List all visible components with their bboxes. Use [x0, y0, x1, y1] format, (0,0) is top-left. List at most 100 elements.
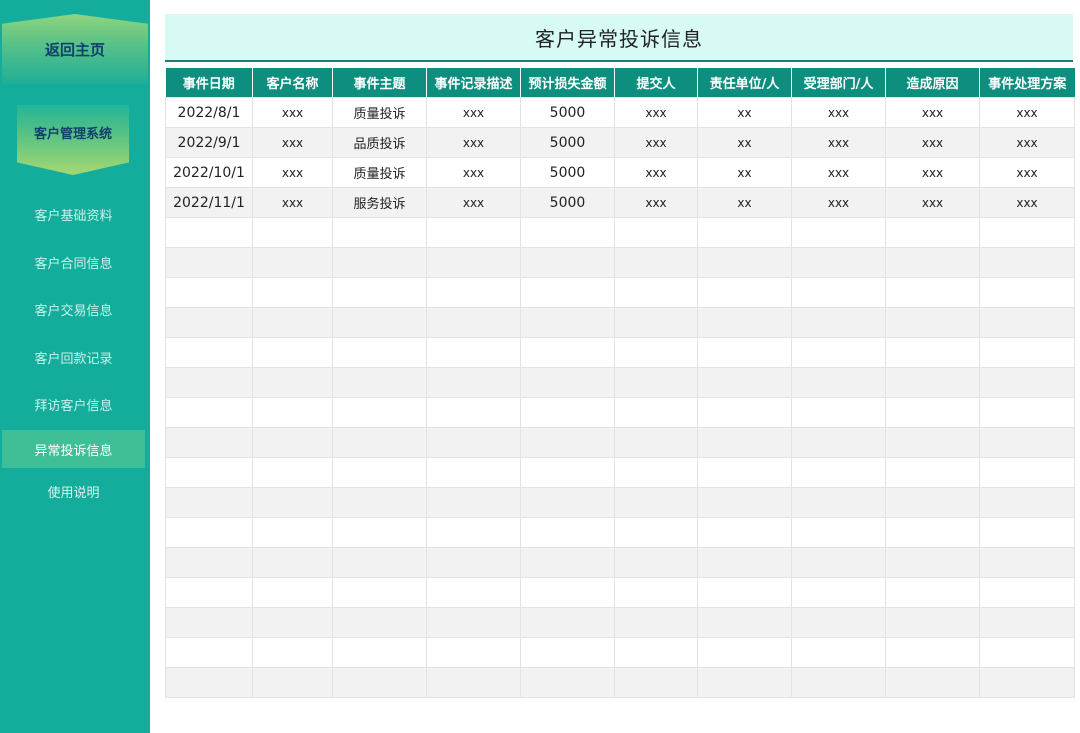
table-cell-empty[interactable]	[885, 247, 980, 278]
table-cell-empty[interactable]	[614, 337, 698, 368]
table-cell-empty[interactable]	[426, 577, 521, 608]
table-cell-empty[interactable]	[885, 307, 980, 338]
table-cell-empty[interactable]	[979, 637, 1075, 668]
table-cell-empty[interactable]	[697, 667, 792, 698]
table-cell-empty[interactable]	[791, 457, 886, 488]
table-cell-empty[interactable]	[885, 337, 980, 368]
table-cell-empty[interactable]	[885, 427, 980, 458]
table-cell-empty[interactable]	[614, 427, 698, 458]
table-cell-empty[interactable]	[697, 367, 792, 398]
table-cell-empty[interactable]	[791, 547, 886, 578]
table-cell-empty[interactable]	[697, 577, 792, 608]
table-cell-empty[interactable]	[332, 427, 427, 458]
table-cell-empty[interactable]	[426, 307, 521, 338]
table-cell-empty[interactable]	[979, 397, 1075, 428]
table-cell[interactable]: 5000	[520, 157, 615, 188]
table-cell-empty[interactable]	[252, 277, 333, 308]
table-cell[interactable]: xxx	[614, 187, 698, 218]
table-cell-empty[interactable]	[979, 667, 1075, 698]
table-cell-empty[interactable]	[252, 487, 333, 518]
table-cell-empty[interactable]	[426, 397, 521, 428]
table-cell[interactable]: 质量投诉	[332, 157, 427, 188]
table-cell[interactable]: xxx	[252, 157, 333, 188]
table-cell-empty[interactable]	[332, 337, 427, 368]
table-cell-empty[interactable]	[252, 337, 333, 368]
table-cell-empty[interactable]	[697, 337, 792, 368]
table-cell[interactable]: xxx	[614, 97, 698, 128]
column-header[interactable]: 事件记录描述	[426, 68, 521, 98]
table-cell[interactable]: xx	[697, 187, 792, 218]
table-cell-empty[interactable]	[697, 457, 792, 488]
table-cell-empty[interactable]	[252, 547, 333, 578]
table-cell-empty[interactable]	[885, 547, 980, 578]
table-cell-empty[interactable]	[697, 397, 792, 428]
table-cell-empty[interactable]	[979, 427, 1075, 458]
table-cell-empty[interactable]	[614, 457, 698, 488]
table-cell-empty[interactable]	[252, 457, 333, 488]
sidebar-item-customer-contract[interactable]: 客户合同信息	[2, 243, 145, 281]
table-cell-empty[interactable]	[165, 307, 253, 338]
table-cell-empty[interactable]	[332, 547, 427, 578]
table-cell[interactable]: xxx	[426, 97, 521, 128]
table-cell-empty[interactable]	[791, 247, 886, 278]
table-cell-empty[interactable]	[252, 427, 333, 458]
table-cell-empty[interactable]	[520, 247, 615, 278]
table-cell-empty[interactable]	[979, 547, 1075, 578]
table-cell-empty[interactable]	[165, 637, 253, 668]
table-cell-empty[interactable]	[614, 577, 698, 608]
table-cell-empty[interactable]	[426, 637, 521, 668]
table-cell-empty[interactable]	[791, 577, 886, 608]
table-cell-empty[interactable]	[979, 577, 1075, 608]
table-cell[interactable]: xxx	[979, 127, 1075, 158]
table-cell-empty[interactable]	[697, 217, 792, 248]
table-cell-empty[interactable]	[791, 277, 886, 308]
table-cell[interactable]: 5000	[520, 127, 615, 158]
table-cell-empty[interactable]	[520, 397, 615, 428]
table-cell-empty[interactable]	[885, 277, 980, 308]
table-cell-empty[interactable]	[426, 277, 521, 308]
table-cell-empty[interactable]	[332, 517, 427, 548]
table-cell[interactable]: 品质投诉	[332, 127, 427, 158]
table-cell-empty[interactable]	[885, 637, 980, 668]
sidebar-item-customer-transaction[interactable]: 客户交易信息	[2, 290, 145, 328]
table-cell-empty[interactable]	[791, 337, 886, 368]
table-cell-empty[interactable]	[332, 577, 427, 608]
table-cell[interactable]: 2022/11/1	[165, 187, 253, 218]
table-cell-empty[interactable]	[614, 517, 698, 548]
table-cell-empty[interactable]	[165, 247, 253, 278]
table-cell[interactable]: 2022/8/1	[165, 97, 253, 128]
table-cell-empty[interactable]	[885, 397, 980, 428]
table-cell-empty[interactable]	[520, 277, 615, 308]
table-cell-empty[interactable]	[979, 307, 1075, 338]
table-cell[interactable]: xxx	[791, 127, 886, 158]
table-cell-empty[interactable]	[252, 517, 333, 548]
table-cell[interactable]: xxx	[885, 187, 980, 218]
table-cell-empty[interactable]	[791, 517, 886, 548]
column-header[interactable]: 客户名称	[252, 68, 333, 98]
table-cell[interactable]: xxx	[979, 157, 1075, 188]
table-cell-empty[interactable]	[426, 607, 521, 638]
table-cell-empty[interactable]	[979, 457, 1075, 488]
table-cell-empty[interactable]	[979, 337, 1075, 368]
table-cell-empty[interactable]	[791, 427, 886, 458]
table-cell-empty[interactable]	[614, 367, 698, 398]
sidebar-item-instructions[interactable]: 使用说明	[2, 472, 145, 510]
table-cell[interactable]: xxx	[979, 187, 1075, 218]
table-cell-empty[interactable]	[426, 457, 521, 488]
table-cell[interactable]: 5000	[520, 97, 615, 128]
table-cell[interactable]: xxx	[979, 97, 1075, 128]
table-cell-empty[interactable]	[697, 307, 792, 338]
table-cell-empty[interactable]	[426, 427, 521, 458]
table-cell-empty[interactable]	[520, 637, 615, 668]
table-cell-empty[interactable]	[520, 337, 615, 368]
table-cell-empty[interactable]	[979, 367, 1075, 398]
table-cell-empty[interactable]	[885, 217, 980, 248]
table-cell-empty[interactable]	[979, 607, 1075, 638]
table-cell-empty[interactable]	[520, 427, 615, 458]
table-cell-empty[interactable]	[165, 397, 253, 428]
table-cell-empty[interactable]	[252, 367, 333, 398]
table-cell-empty[interactable]	[885, 517, 980, 548]
table-cell-empty[interactable]	[520, 457, 615, 488]
table-cell[interactable]: xxx	[252, 97, 333, 128]
table-cell-empty[interactable]	[979, 247, 1075, 278]
